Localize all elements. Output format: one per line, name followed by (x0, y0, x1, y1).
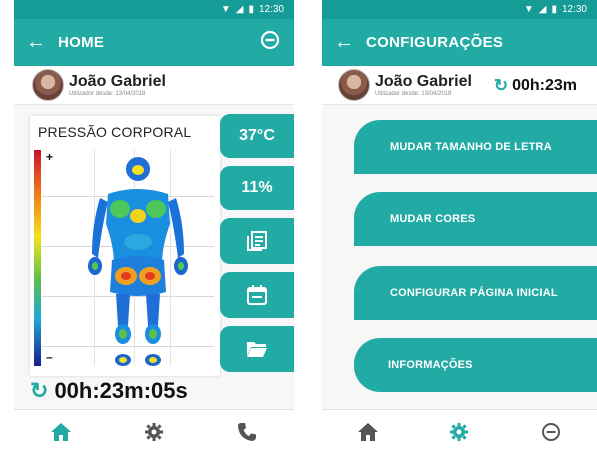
notes-icon (247, 231, 267, 251)
percentage-value: 11% (241, 179, 273, 196)
menu-label: INFORMAÇÕES (388, 359, 473, 371)
refresh-icon: ↻ (493, 76, 509, 95)
back-arrow-icon[interactable]: ← (14, 31, 58, 54)
remove-circle-icon[interactable] (260, 30, 280, 50)
nav-phone[interactable] (227, 417, 267, 447)
phone-icon (238, 423, 257, 441)
timer-value: 00h:23m (512, 77, 577, 94)
body-pressure-map (88, 157, 188, 366)
nav-home[interactable] (348, 417, 388, 447)
nav-settings[interactable] (439, 417, 479, 447)
folder-tile[interactable] (220, 326, 294, 372)
scale-min-label: – (46, 350, 53, 364)
home-icon (50, 423, 71, 441)
user-since: Utilizador desde: 13/04/2018 (375, 90, 452, 97)
remove-circle-icon (542, 423, 561, 441)
calendar-icon (247, 285, 267, 305)
nav-remove[interactable] (531, 417, 571, 447)
menu-label: CONFIGURAR PÁGINA INICIAL (390, 287, 558, 299)
back-arrow-icon[interactable]: ← (322, 31, 366, 54)
status-bar: ▼ ◢ ▮ 12:30 (322, 0, 597, 19)
status-time: 12:30 (561, 4, 587, 15)
gear-icon (450, 423, 469, 441)
percentage-tile[interactable]: 11% (220, 166, 294, 210)
home-icon (357, 423, 378, 441)
page-title: HOME (58, 34, 105, 51)
menu-label: MUDAR CORES (390, 213, 476, 225)
pressure-color-scale (34, 150, 41, 366)
change-colors-button[interactable]: MUDAR CORES (354, 192, 597, 246)
app-bar: ← HOME (14, 19, 294, 66)
configure-home-page-button[interactable]: CONFIGURAR PÁGINA INICIAL (354, 266, 597, 320)
bottom-navigation (322, 409, 597, 454)
user-since: Utilizador desde: 13/04/2018 (69, 90, 146, 97)
information-button[interactable]: INFORMAÇÕES (354, 338, 597, 392)
timer-value: 00h:23m:05s (54, 378, 188, 403)
nav-settings[interactable] (134, 417, 174, 447)
bottom-navigation (14, 409, 294, 454)
settings-screen: ▼ ◢ ▮ 12:30 ← CONFIGURAÇÕES João Gabriel… (322, 0, 597, 454)
status-bar: ▼ ◢ ▮ 12:30 (14, 0, 294, 19)
home-screen: ▼ ◢ ▮ 12:30 ← HOME João Gabriel Utilizad… (14, 0, 294, 454)
page-title: CONFIGURAÇÕES (366, 34, 504, 51)
battery-icon: ▮ (551, 3, 557, 15)
signal-icon: ◢ (538, 3, 547, 15)
session-timer: ↻ 00h:23m:05s (30, 378, 188, 404)
wifi-icon: ▼ (220, 3, 231, 15)
nav-home[interactable] (41, 417, 81, 447)
signal-icon: ◢ (235, 3, 244, 15)
refresh-icon: ↻ (30, 378, 49, 403)
calendar-tile[interactable] (220, 272, 294, 318)
app-bar: ← CONFIGURAÇÕES (322, 19, 597, 66)
user-name: João Gabriel (69, 72, 166, 90)
pressure-title: PRESSÃO CORPORAL (38, 124, 192, 140)
menu-label: MUDAR TAMANHO DE LETRA (390, 141, 552, 153)
wifi-icon: ▼ (523, 3, 534, 15)
session-timer: ↻ 00h:23m (494, 76, 577, 96)
user-header: João Gabriel Utilizador desde: 13/04/201… (322, 66, 597, 105)
user-name: João Gabriel (375, 72, 472, 90)
temperature-tile[interactable]: 37°C (220, 114, 294, 158)
temperature-value: 37°C (239, 127, 275, 144)
folder-open-icon (247, 342, 267, 357)
avatar (338, 69, 370, 101)
status-time: 12:30 (258, 4, 284, 15)
change-font-size-button[interactable]: MUDAR TAMANHO DE LETRA (354, 120, 597, 174)
battery-icon: ▮ (248, 3, 254, 15)
pressure-map-card: PRESSÃO CORPORAL + – (30, 116, 220, 376)
scale-max-label: + (46, 150, 54, 164)
user-header: João Gabriel Utilizador desde: 13/04/201… (14, 66, 294, 105)
notes-tile[interactable] (220, 218, 294, 264)
gear-icon (144, 423, 163, 441)
avatar (32, 69, 64, 101)
